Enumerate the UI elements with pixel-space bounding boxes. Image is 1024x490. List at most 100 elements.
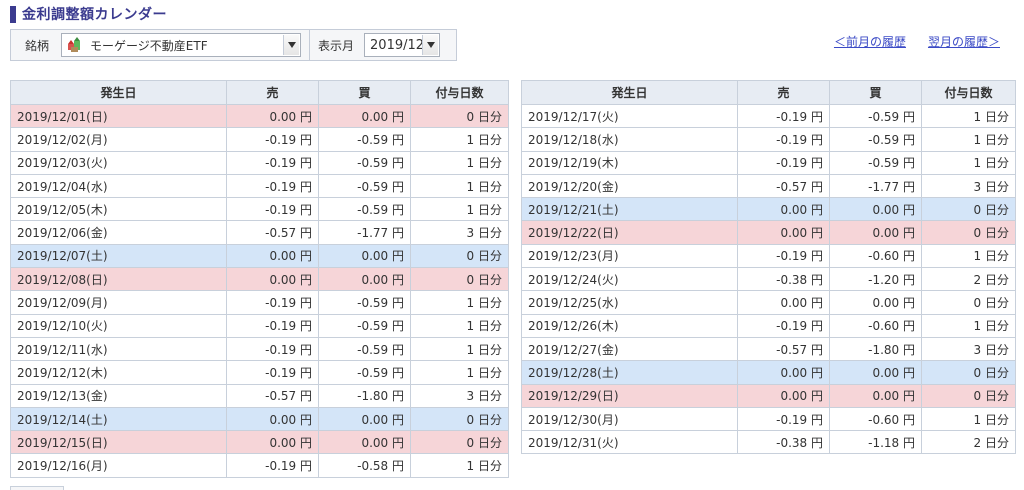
table-row: 2019/12/12(木) -0.19 円 -0.59 円1 日分 (10, 360, 509, 385)
chevron-down-icon[interactable] (422, 35, 439, 55)
cell-buy: -1.77 円 (318, 220, 411, 245)
table-row: 2019/12/17(火) -0.19 円 -0.59 円1 日分 (521, 103, 1016, 129)
cell-sell: -0.19 円 (737, 127, 830, 152)
title-accent-bar (10, 5, 16, 23)
header-sell: 売 (737, 80, 830, 105)
month-label: 表示月 (318, 38, 355, 53)
cell-sell: -0.57 円 (226, 383, 319, 408)
cell-date: 2019/12/27(金) (521, 336, 738, 362)
cell-buy: 0.00 円 (318, 406, 411, 432)
table-row: 2019/12/28(土) 0.00 円 0.00 円0 日分 (521, 360, 1016, 385)
cell-date: 2019/12/09(月) (10, 290, 227, 315)
cell-sell: 0.00 円 (226, 103, 319, 129)
cell-days: 1 日分 (921, 150, 1016, 175)
cell-date: 2019/12/22(日) (521, 220, 738, 245)
table-row: 2019/12/15(日) 0.00 円 0.00 円0 日分 (10, 430, 509, 455)
cell-buy: -1.80 円 (318, 383, 411, 408)
table-row: 2019/12/23(月) -0.19 円 -0.60 円1 日分 (521, 243, 1016, 269)
cell-buy: -0.59 円 (318, 197, 411, 222)
cell-sell: -0.19 円 (226, 453, 319, 478)
cell-days: 0 日分 (921, 290, 1016, 315)
cell-date: 2019/12/17(火) (521, 103, 738, 129)
cell-date: 2019/12/26(木) (521, 313, 738, 338)
cell-date: 2019/12/21(土) (521, 197, 738, 222)
cell-sell: -0.19 円 (226, 150, 319, 175)
cell-buy: 0.00 円 (829, 197, 922, 222)
cell-date: 2019/12/08(日) (10, 267, 227, 292)
cell-days: 3 日分 (921, 173, 1016, 199)
cell-buy: 0.00 円 (318, 430, 411, 455)
table-row: 2019/12/03(火) -0.19 円 -0.59 円1 日分 (10, 150, 509, 175)
cell-days: 0 日分 (921, 220, 1016, 245)
cell-date: 2019/12/19(木) (521, 150, 738, 175)
table-row: 2019/12/13(金) -0.57 円 -1.80 円3 日分 (10, 383, 509, 408)
cell-days: 2 日分 (921, 430, 1016, 455)
table-row: 2019/12/11(水) -0.19 円 -0.59 円1 日分 (10, 336, 509, 362)
cell-buy: 0.00 円 (318, 267, 411, 292)
cell-date: 2019/12/23(月) (521, 243, 738, 269)
table-row: 2019/12/14(土) 0.00 円 0.00 円0 日分 (10, 406, 509, 432)
cell-buy: -0.59 円 (318, 336, 411, 362)
cell-sell: 0.00 円 (737, 290, 830, 315)
cell-date: 2019/12/29(日) (521, 383, 738, 408)
page-title: 金利調整額カレンダー (22, 7, 167, 23)
cell-buy: 0.00 円 (829, 383, 922, 408)
table-row: 2019/12/08(日) 0.00 円 0.00 円0 日分 (10, 267, 509, 292)
cell-days: 1 日分 (410, 336, 509, 362)
cell-date: 2019/12/10(火) (10, 313, 227, 338)
cell-date: 2019/12/01(日) (10, 103, 227, 129)
calendar-table-left: 発生日 売 買 付与日数 2019/12/01(日) 0.00 円 0.00 円0 … (10, 80, 509, 478)
cell-buy: -0.59 円 (318, 127, 411, 152)
table-row: 2019/12/10(火) -0.19 円 -0.59 円1 日分 (10, 313, 509, 338)
cell-sell: -0.57 円 (226, 220, 319, 245)
cell-days: 1 日分 (410, 150, 509, 175)
cell-sell: 0.00 円 (226, 243, 319, 269)
cell-sell: 0.00 円 (737, 220, 830, 245)
cell-buy: -0.59 円 (318, 150, 411, 175)
cell-days: 1 日分 (410, 197, 509, 222)
cell-sell: -0.57 円 (737, 173, 830, 199)
table-row: 2019/12/16(月) -0.19 円 -0.58 円1 日分 (10, 453, 509, 478)
cell-days: 1 日分 (921, 243, 1016, 269)
cell-buy: -0.59 円 (829, 103, 922, 129)
table-row: 2019/12/01(日) 0.00 円 0.00 円0 日分 (10, 103, 509, 129)
cell-date: 2019/12/11(水) (10, 336, 227, 362)
back-button-edge[interactable] (10, 486, 64, 490)
cell-buy: -0.59 円 (318, 360, 411, 385)
cell-days: 1 日分 (410, 453, 509, 478)
cell-sell: -0.19 円 (226, 336, 319, 362)
cell-sell: 0.00 円 (737, 197, 830, 222)
cell-date: 2019/12/14(土) (10, 406, 227, 432)
cell-buy: -0.60 円 (829, 243, 922, 269)
chevron-down-icon[interactable] (283, 35, 300, 55)
cell-buy: -1.18 円 (829, 430, 922, 455)
stock-label: 銘柄 (25, 38, 50, 53)
cell-sell: -0.19 円 (737, 103, 830, 129)
cell-sell: -0.19 円 (226, 127, 319, 152)
stock-select[interactable]: モーゲージ不動産ETF (61, 33, 302, 57)
header-buy: 買 (318, 80, 411, 105)
header-date: 発生日 (521, 80, 738, 105)
cell-days: 1 日分 (921, 127, 1016, 152)
cell-date: 2019/12/20(金) (521, 173, 738, 199)
cell-days: 0 日分 (921, 383, 1016, 408)
month-select[interactable]: 2019/12 (364, 33, 441, 57)
cell-sell: -0.38 円 (737, 267, 830, 292)
cell-days: 2 日分 (921, 267, 1016, 292)
table-row: 2019/12/30(月) -0.19 円 -0.60 円1 日分 (521, 406, 1016, 432)
cell-days: 1 日分 (410, 290, 509, 315)
cell-date: 2019/12/16(月) (10, 453, 227, 478)
cell-date: 2019/12/12(木) (10, 360, 227, 385)
page-header: 金利調整額カレンダー (10, 4, 167, 24)
cell-date: 2019/12/24(火) (521, 267, 738, 292)
prev-month-link[interactable]: ＜前月の履歴 (834, 33, 906, 50)
table-row: 2019/12/27(金) -0.57 円 -1.80 円3 日分 (521, 336, 1016, 362)
cell-date: 2019/12/15(日) (10, 430, 227, 455)
header-days: 付与日数 (410, 80, 509, 105)
table-row: 2019/12/07(土) 0.00 円 0.00 円0 日分 (10, 243, 509, 269)
cell-buy: -0.59 円 (318, 290, 411, 315)
header-sell: 売 (226, 80, 319, 105)
cell-days: 1 日分 (921, 406, 1016, 432)
next-month-link[interactable]: 翌月の履歴＞ (928, 33, 1000, 50)
calendar-table-right: 発生日 売 買 付与日数 2019/12/17(火) -0.19 円 -0.59 円… (521, 80, 1016, 455)
